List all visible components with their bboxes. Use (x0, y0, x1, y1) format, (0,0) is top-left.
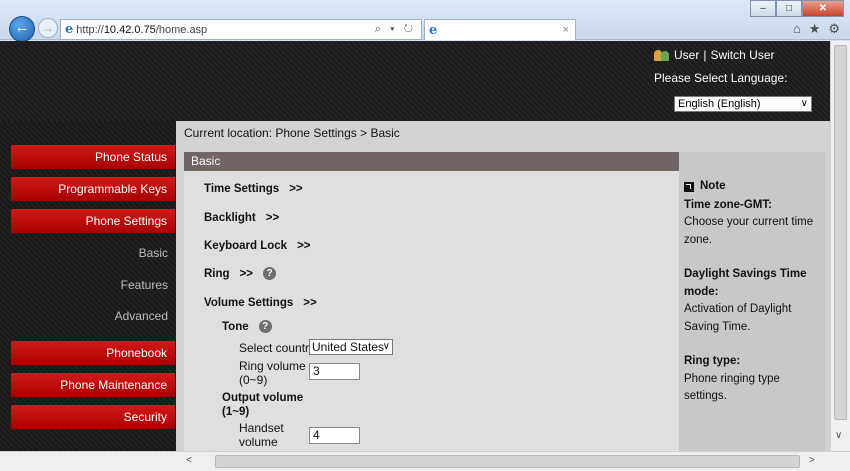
forward-button[interactable]: → (38, 18, 58, 38)
address-url[interactable]: http://10.42.0.75/home.asp (76, 24, 375, 36)
output-volume-label: Output volume (1~9) (222, 392, 304, 418)
section-volume-settings[interactable]: Volume Settings >> (204, 297, 317, 309)
scroll-right-icon[interactable]: > (809, 455, 815, 466)
ring-label[interactable]: Ring (204, 268, 230, 280)
user-label[interactable]: User (674, 48, 699, 62)
vertical-scroll-thumb[interactable] (834, 45, 847, 420)
expand-backlight[interactable]: >> (266, 212, 279, 224)
favorites-star-icon[interactable]: ★ (809, 21, 821, 37)
address-tools[interactable]: ⌕ ▾ ↻ (375, 23, 421, 36)
note-heading-dst: Daylight Savings Time mode: (684, 268, 807, 298)
tone-help-icon[interactable]: ? (258, 320, 272, 333)
settings-panel: Time Settings >> Backlight >> Keyboard L… (184, 171, 679, 451)
section-time-settings[interactable]: Time Settings >> (204, 183, 303, 195)
tab-close-icon[interactable]: × (563, 24, 569, 36)
sidebar-subitem-advanced[interactable]: Advanced (11, 309, 168, 323)
sidebar-item-phone-maintenance[interactable]: Phone Maintenance (11, 373, 175, 397)
note-panel: Note Time zone-GMT: Choose your current … (679, 152, 825, 451)
sidebar: Phone Status Programmable Keys Phone Set… (0, 121, 176, 451)
main-content: Current location: Phone Settings > Basic… (176, 121, 830, 451)
address-bar[interactable]: e http://10.42.0.75/home.asp ⌕ ▾ ↻ (60, 19, 422, 40)
sidebar-item-security[interactable]: Security (11, 405, 175, 429)
time-settings-label[interactable]: Time Settings (204, 183, 279, 195)
note-text-timezone: Choose your current time zone. (684, 216, 814, 246)
close-window-button[interactable]: ✕ (802, 0, 844, 17)
tab-favicon-icon: e (429, 22, 438, 38)
panel-title: Basic (184, 152, 679, 171)
ring-volume-input[interactable]: 3 (309, 363, 360, 380)
ie-page-icon: e (65, 22, 74, 37)
user-separator: | (703, 48, 707, 62)
tone-label: Tone (222, 320, 249, 333)
sidebar-item-phonebook[interactable]: Phonebook (11, 341, 175, 365)
country-select[interactable]: United States ∨ (309, 339, 393, 355)
browser-tab[interactable]: e × (424, 19, 576, 40)
back-button[interactable]: ← (9, 16, 35, 42)
note-text-ring-type: Phone ringing type settings. (684, 372, 780, 403)
horizontal-scroll-thumb[interactable] (215, 455, 800, 468)
section-ring[interactable]: Ring >> ? (204, 267, 276, 280)
language-value: English (English) (678, 98, 761, 110)
ring-help-icon[interactable]: ? (263, 267, 276, 280)
language-label: Please Select Language: (654, 71, 788, 85)
language-select[interactable]: English (English) ∨ (674, 96, 812, 112)
home-icon[interactable]: ⌂ (793, 21, 801, 37)
switch-user-link[interactable]: Switch User (710, 48, 774, 62)
expand-ring[interactable]: >> (240, 268, 253, 280)
note-title: Note (684, 178, 825, 196)
minimize-button[interactable]: – (750, 0, 776, 17)
sidebar-subitem-basic[interactable]: Basic (11, 246, 168, 260)
settings-gear-icon[interactable]: ⚙ (828, 21, 840, 37)
users-icon (654, 49, 670, 62)
maximize-button[interactable]: □ (776, 0, 802, 17)
scroll-left-icon[interactable]: < (186, 455, 192, 466)
scroll-down-icon[interactable]: ∨ (835, 430, 842, 441)
keyboard-lock-label[interactable]: Keyboard Lock (204, 240, 287, 252)
sidebar-item-phone-status[interactable]: Phone Status (11, 145, 175, 169)
note-heading-timezone: Time zone-GMT: (684, 198, 772, 211)
vertical-scrollbar[interactable]: ∨ (830, 41, 850, 451)
handset-volume-label: Handset volume (239, 421, 284, 449)
horizontal-scrollbar[interactable]: < > (0, 451, 850, 471)
expand-time-settings[interactable]: >> (289, 183, 302, 195)
browser-toolbar: ⌂ ★ ⚙ (793, 21, 840, 37)
ring-volume-label: Ring volume (0~9) (239, 359, 306, 387)
tone-heading: Tone ? (222, 320, 272, 333)
volume-settings-label[interactable]: Volume Settings (204, 297, 293, 309)
backlight-label[interactable]: Backlight (204, 212, 256, 224)
chevron-down-icon: ∨ (382, 341, 390, 352)
select-country-label: Select country (239, 341, 316, 355)
section-keyboard-lock[interactable]: Keyboard Lock >> (204, 240, 311, 252)
page-viewport: User | Switch User Please Select Languag… (0, 41, 830, 451)
sidebar-item-phone-settings[interactable]: Phone Settings (11, 209, 175, 233)
country-value: United States (312, 340, 385, 354)
page-header: User | Switch User Please Select Languag… (0, 41, 830, 121)
user-line: User | Switch User (654, 48, 774, 62)
browser-chrome: – □ ✕ ← → e http://10.42.0.75/home.asp ⌕… (0, 0, 850, 42)
note-square-icon (684, 181, 694, 192)
chevron-down-icon: ∨ (800, 98, 808, 109)
sidebar-item-programmable-keys[interactable]: Programmable Keys (11, 177, 175, 201)
sidebar-subitem-features[interactable]: Features (11, 278, 168, 292)
breadcrumb: Current location: Phone Settings > Basic (184, 126, 400, 140)
expand-volume-settings[interactable]: >> (303, 297, 316, 309)
note-heading-ring-type: Ring type: (684, 355, 741, 367)
handset-volume-input[interactable]: 4 (309, 427, 360, 444)
window-controls: – □ ✕ (750, 0, 844, 17)
note-text-dst: Activation of Daylight Saving Time. (684, 303, 792, 333)
expand-keyboard-lock[interactable]: >> (297, 240, 310, 252)
section-backlight[interactable]: Backlight >> (204, 212, 279, 224)
